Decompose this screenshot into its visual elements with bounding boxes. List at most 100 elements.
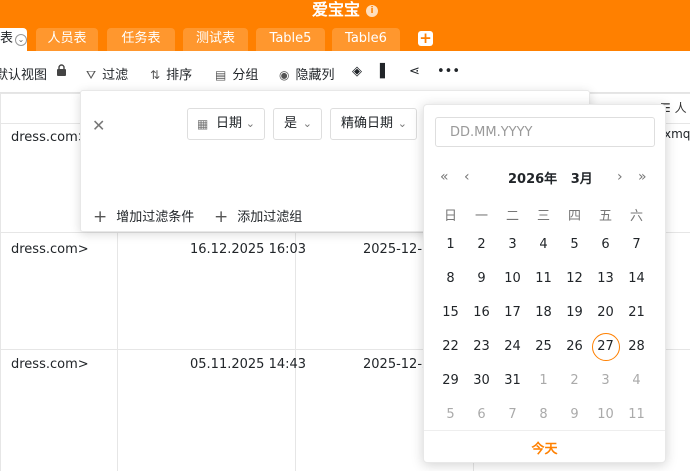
calendar-month[interactable]: 3月 bbox=[571, 172, 593, 187]
calendar-day[interactable]: 12 bbox=[561, 265, 589, 293]
calendar-day[interactable]: 29 bbox=[437, 367, 465, 395]
email-cell[interactable]: dress.com> bbox=[11, 130, 89, 145]
calendar-day[interactable]: 5 bbox=[561, 231, 589, 259]
calendar-day[interactable]: 10 bbox=[499, 265, 527, 293]
prev-year-icon[interactable]: « bbox=[440, 169, 449, 185]
chevron-down-icon[interactable]: ⌄ bbox=[15, 34, 28, 46]
tab-table6[interactable]: Table6 bbox=[332, 28, 400, 51]
info-icon[interactable]: i bbox=[366, 5, 378, 17]
calendar-day[interactable]: 31 bbox=[499, 367, 527, 395]
eye-off-icon: ◉ bbox=[279, 68, 290, 82]
calendar-day[interactable]: 10 bbox=[592, 401, 620, 429]
calendar-day[interactable]: 21 bbox=[623, 299, 651, 327]
calendar-day[interactable]: 28 bbox=[623, 333, 651, 361]
calendar-icon: ▦ bbox=[197, 117, 209, 131]
calendar-day[interactable]: 3 bbox=[499, 231, 527, 259]
date-cell[interactable]: 2025-12-1 bbox=[363, 242, 430, 257]
calendar-day[interactable]: 8 bbox=[437, 265, 465, 293]
calendar-day-today[interactable]: 27 bbox=[591, 333, 620, 361]
email-cell[interactable]: dress.com> bbox=[11, 357, 89, 372]
calendar-day[interactable]: 7 bbox=[623, 231, 651, 259]
calendar-year[interactable]: 2026年 bbox=[508, 172, 557, 187]
created-cell[interactable]: 16.12.2025 16:03 bbox=[190, 242, 306, 257]
calendar-day[interactable]: 9 bbox=[561, 401, 589, 429]
group-icon: ▤ bbox=[215, 68, 227, 82]
next-year-icon[interactable]: » bbox=[638, 169, 647, 185]
plus-icon: + bbox=[93, 207, 108, 227]
weekday-label: 五 bbox=[598, 209, 612, 224]
app-header: 爱宝宝 i 表 ⌄ 人员表 任务表 测试表 Table5 Table6 + bbox=[0, 0, 690, 51]
tab-current-table[interactable]: 表 ⌄ bbox=[0, 28, 28, 51]
calendar-day[interactable]: 17 bbox=[499, 299, 527, 327]
calendar-day[interactable]: 5 bbox=[437, 401, 465, 429]
person-cell[interactable]: xmq bbox=[664, 127, 690, 141]
email-cell[interactable]: dress.com> bbox=[11, 242, 89, 257]
filter-mode-select[interactable]: 精确日期 ⌄ bbox=[330, 108, 417, 140]
view-selector[interactable]: 默认视图 bbox=[0, 64, 47, 83]
calendar-day[interactable]: 13 bbox=[592, 265, 620, 293]
calendar-day[interactable]: 2 bbox=[468, 231, 496, 259]
calendar-day[interactable]: 20 bbox=[592, 299, 620, 327]
calendar-day[interactable]: 24 bbox=[499, 333, 527, 361]
calendar-day[interactable]: 23 bbox=[468, 333, 496, 361]
base-title: 爱宝宝 i bbox=[0, 0, 690, 20]
calendar-day[interactable]: 30 bbox=[468, 367, 496, 395]
calendar-day[interactable]: 15 bbox=[437, 299, 465, 327]
chevron-down-icon: ⌄ bbox=[397, 117, 407, 130]
filter-label: 过滤 bbox=[102, 68, 129, 83]
tab-test[interactable]: 测试表 bbox=[183, 28, 248, 51]
add-group-label: 添加过滤组 bbox=[237, 210, 303, 225]
plus-icon: + bbox=[214, 207, 229, 227]
add-table-button[interactable]: + bbox=[418, 31, 433, 46]
today-button[interactable]: 今天 bbox=[424, 438, 665, 457]
base-title-text: 爱宝宝 bbox=[311, 0, 360, 19]
share-icon[interactable]: ⋖ bbox=[409, 64, 420, 79]
tab-table5[interactable]: Table5 bbox=[256, 28, 325, 51]
calendar-day[interactable]: 9 bbox=[468, 265, 496, 293]
calendar-day[interactable]: 14 bbox=[623, 265, 651, 293]
add-filter-condition-button[interactable]: + 增加过滤条件 bbox=[93, 206, 194, 227]
fill-color-icon[interactable]: ◈ bbox=[352, 64, 362, 79]
tab-tasks[interactable]: 任务表 bbox=[107, 28, 175, 51]
calendar-day[interactable]: 7 bbox=[499, 401, 527, 429]
calendar-day[interactable]: 4 bbox=[623, 367, 651, 395]
calendar-day[interactable]: 2 bbox=[561, 367, 589, 395]
close-icon[interactable]: ✕ bbox=[92, 116, 105, 135]
row-height-icon[interactable]: ▌ bbox=[380, 64, 390, 79]
date-input[interactable] bbox=[435, 117, 655, 147]
calendar-day[interactable]: 11 bbox=[623, 401, 651, 429]
calendar-day[interactable]: 1 bbox=[437, 231, 465, 259]
weekday-label: 六 bbox=[629, 209, 643, 224]
calendar-day[interactable]: 3 bbox=[592, 367, 620, 395]
calendar-title: 2026年 3月 bbox=[508, 168, 593, 187]
sort-button[interactable]: ⇅ 排序 bbox=[150, 64, 192, 83]
calendar-day[interactable]: 1 bbox=[530, 367, 558, 395]
more-icon[interactable]: ••• bbox=[437, 64, 460, 79]
calendar-day[interactable]: 22 bbox=[437, 333, 465, 361]
add-filter-group-button[interactable]: + 添加过滤组 bbox=[214, 206, 302, 227]
date-cell[interactable]: 2025-12-2 bbox=[363, 357, 430, 372]
calendar-day[interactable]: 4 bbox=[530, 231, 558, 259]
calendar-day[interactable]: 11 bbox=[530, 265, 558, 293]
chevron-down-icon: ⌄ bbox=[302, 117, 312, 130]
tab-people[interactable]: 人员表 bbox=[36, 28, 98, 51]
calendar-day[interactable]: 19 bbox=[561, 299, 589, 327]
calendar-day[interactable]: 25 bbox=[530, 333, 558, 361]
created-cell[interactable]: 05.11.2025 14:43 bbox=[190, 357, 306, 372]
calendar-day[interactable]: 8 bbox=[530, 401, 558, 429]
calendar-day[interactable]: 26 bbox=[561, 333, 589, 361]
prev-month-icon[interactable]: ‹ bbox=[464, 169, 470, 185]
calendar-day[interactable]: 18 bbox=[530, 299, 558, 327]
calendar-day[interactable]: 16 bbox=[468, 299, 496, 327]
calendar-day[interactable]: 6 bbox=[468, 401, 496, 429]
weekday-label: 日 bbox=[443, 209, 457, 224]
group-button[interactable]: ▤ 分组 bbox=[215, 64, 258, 83]
filter-button[interactable]: ⛛ 过滤 bbox=[86, 64, 128, 83]
next-month-icon[interactable]: › bbox=[617, 169, 623, 185]
hide-columns-button[interactable]: ◉ 隐藏列 bbox=[279, 64, 335, 83]
weekday-label: 二 bbox=[505, 209, 519, 224]
filter-field-select[interactable]: ▦ 日期 ⌄ bbox=[187, 108, 265, 140]
lock-icon[interactable] bbox=[56, 64, 67, 81]
calendar-day[interactable]: 6 bbox=[592, 231, 620, 259]
filter-operator-select[interactable]: 是 ⌄ bbox=[273, 108, 322, 140]
